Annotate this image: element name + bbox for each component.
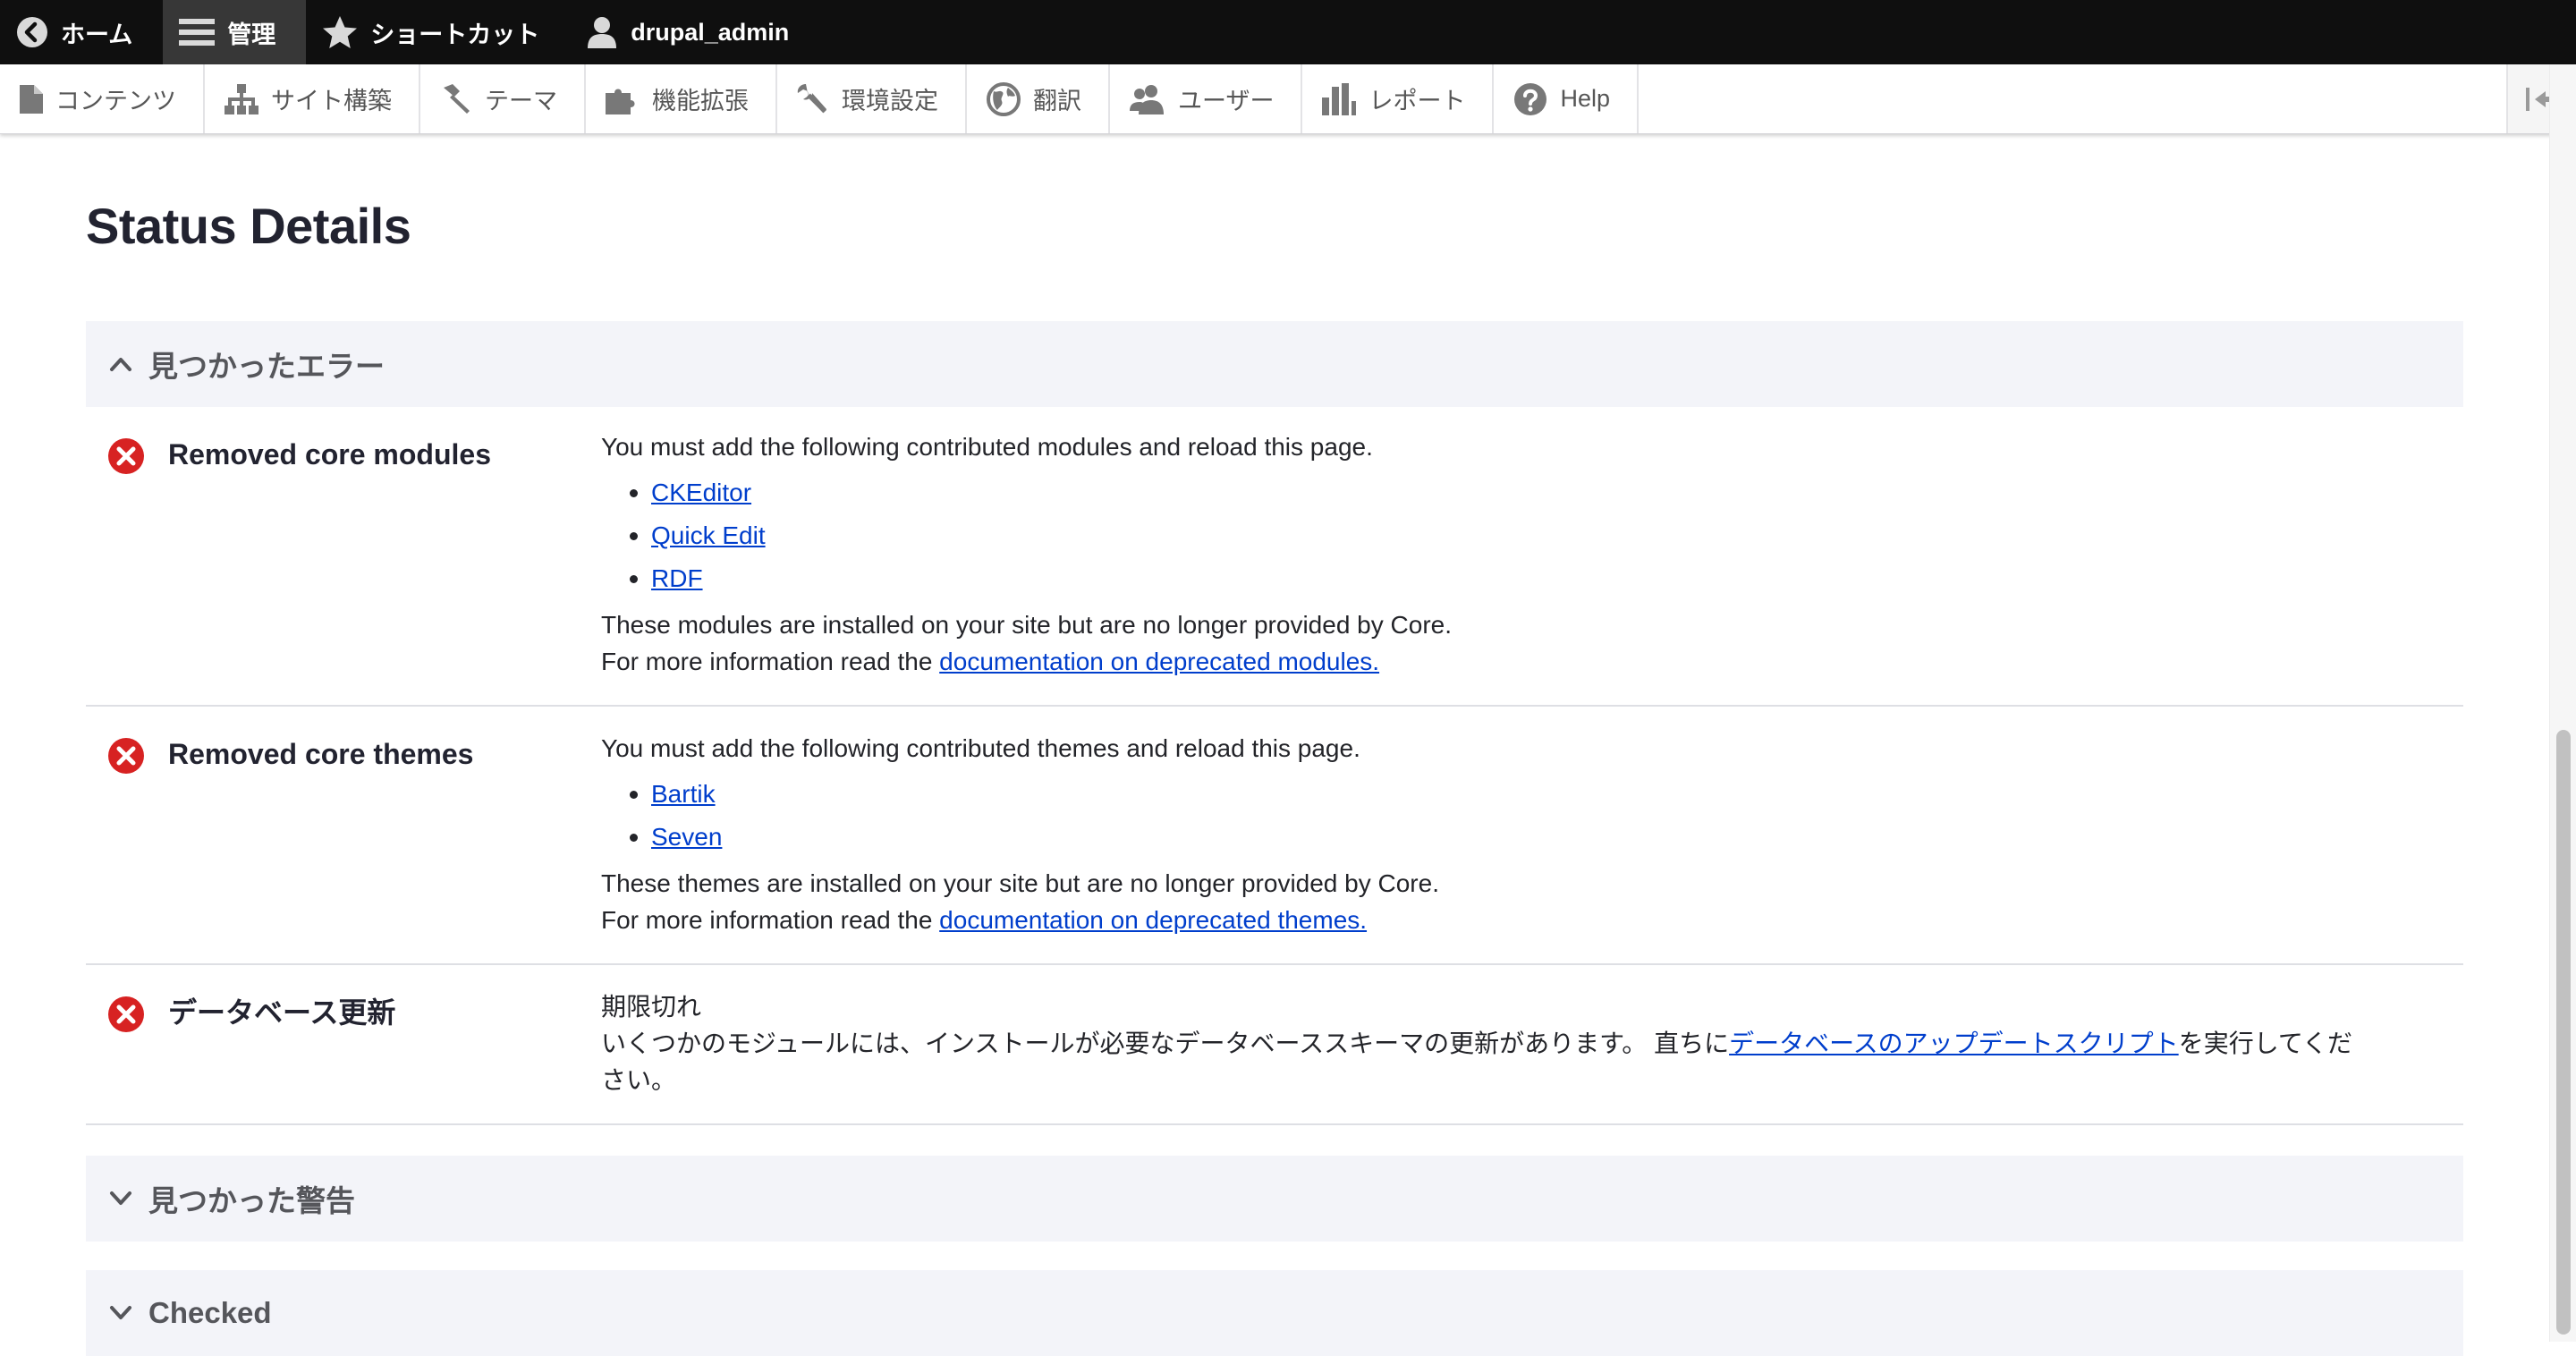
module-link-rdf[interactable]: RDF [651, 564, 703, 592]
tray-item-structure-label: サイト構築 [271, 88, 392, 114]
toolbar-home[interactable]: ホーム [0, 0, 163, 64]
admin-toolbar: ホーム 管理 ショートカット drupal_admin [0, 0, 2576, 64]
deprecated-modules-doc-link[interactable]: documentation on deprecated modules. [939, 648, 1379, 675]
tray-item-content-label: コンテンツ [55, 88, 176, 114]
status-intro: You must add the following contributed t… [601, 734, 1360, 762]
tray-item-appearance[interactable]: テーマ [420, 64, 586, 133]
status-desc: いくつかのモジュールには、インストールが必要なデータベーススキーマの更新がありま… [601, 1025, 2374, 1098]
theme-link-list: Bartik Seven [601, 773, 2374, 859]
toolbar-user-label: drupal_admin [631, 18, 790, 46]
section-checked-label: Checked [148, 1296, 272, 1329]
tray-item-extend-label: 機能拡張 [652, 88, 749, 114]
status-description: You must add the following contributed m… [601, 407, 2463, 705]
tray-spacer [1639, 64, 2506, 133]
database-update-script-link[interactable]: データベースのアップデートスクリプト [1729, 1030, 2179, 1057]
bar-chart-icon [1322, 82, 1357, 115]
tray-item-extend[interactable]: 機能拡張 [586, 64, 777, 133]
admin-tray: コンテンツ サイト構築 テーマ 機能拡張 環境設定 翻訳 ユーザー レポート H… [0, 64, 2576, 134]
theme-link-seven[interactable]: Seven [651, 823, 722, 851]
tray-item-config[interactable]: 環境設定 [777, 64, 967, 133]
theme-link-bartik[interactable]: Bartik [651, 780, 716, 808]
list-item: RDF [630, 557, 2374, 600]
deprecated-themes-doc-link[interactable]: documentation on deprecated themes. [939, 906, 1367, 934]
back-arrow-icon [17, 17, 47, 47]
more-info-prefix: For more information read the [601, 906, 940, 934]
status-more-info: For more information read the documentat… [601, 643, 2374, 680]
status-row-header: Removed core modules [86, 407, 601, 705]
section-errors-label: 見つかったエラー [148, 350, 385, 383]
file-icon [20, 84, 43, 114]
status-more-info: For more information read the documentat… [601, 902, 2374, 938]
chevron-down-icon [110, 1191, 131, 1205]
status-row: Removed core themes You must add the fol… [86, 707, 2463, 965]
status-title: Removed core modules [168, 438, 491, 470]
tray-item-config-label: 環境設定 [842, 88, 938, 114]
error-icon [108, 738, 144, 774]
status-note: These themes are installed on your site … [601, 869, 1439, 897]
chevron-up-icon [110, 358, 131, 371]
hamburger-menu-icon [179, 19, 216, 46]
status-intro: You must add the following contributed m… [601, 433, 1373, 461]
section-warnings-label: 見つかった警告 [148, 1184, 355, 1217]
status-value: 期限切れ [601, 993, 702, 1021]
chevron-down-icon [110, 1306, 131, 1319]
tray-item-content[interactable]: コンテンツ [0, 64, 205, 133]
section-warnings-toggle[interactable]: 見つかった警告 [86, 1156, 2463, 1242]
help-icon [1514, 82, 1547, 115]
status-note: These modules are installed on your site… [601, 611, 1452, 639]
status-title: Removed core themes [168, 738, 474, 770]
people-icon [1130, 84, 1164, 114]
paintbrush-icon [444, 83, 470, 114]
toolbar-user[interactable]: drupal_admin [570, 0, 819, 64]
more-info-prefix: For more information read the [601, 648, 940, 675]
status-description: 期限切れ いくつかのモジュールには、インストールが必要なデータベーススキーマの更… [601, 965, 2463, 1123]
tray-item-reports-label: レポート [1368, 88, 1466, 114]
wrench-icon [797, 83, 827, 113]
toolbar-manage[interactable]: 管理 [163, 0, 307, 64]
error-icon [108, 996, 144, 1032]
puzzle-icon [606, 89, 635, 114]
desc-prefix: いくつかのモジュールには、インストールが必要なデータベーススキーマの更新がありま… [601, 1030, 1730, 1057]
module-link-quick-edit[interactable]: Quick Edit [651, 521, 766, 549]
tray-item-appearance-label: テーマ [485, 88, 557, 114]
user-icon [588, 17, 617, 48]
status-row-header: Removed core themes [86, 707, 601, 963]
structure-icon [225, 83, 258, 114]
tray-item-translate[interactable]: 翻訳 [967, 64, 1110, 133]
status-row: Removed core modules You must add the fo… [86, 407, 2463, 707]
toolbar-home-label: ホーム [61, 21, 133, 48]
tray-item-people[interactable]: ユーザー [1110, 64, 1303, 133]
error-icon [108, 438, 144, 474]
module-link-ckeditor[interactable]: CKEditor [651, 479, 751, 506]
section-checked-toggle[interactable]: Checked [86, 1270, 2463, 1356]
scrollbar-thumb[interactable] [2556, 730, 2571, 1335]
toolbar-manage-label: 管理 [227, 21, 276, 48]
tray-item-structure[interactable]: サイト構築 [205, 64, 420, 133]
module-link-list: CKEditor Quick Edit RDF [601, 471, 2374, 600]
tray-item-translate-label: 翻訳 [1033, 88, 1081, 114]
globe-icon [987, 81, 1021, 116]
tray-item-reports[interactable]: レポート [1302, 64, 1495, 133]
toolbar-shortcuts[interactable]: ショートカット [306, 0, 570, 64]
status-row-header: データベース更新 [86, 965, 601, 1123]
status-description: You must add the following contributed t… [601, 707, 2463, 963]
list-item: Bartik [630, 773, 2374, 816]
star-icon [323, 16, 358, 48]
toolbar-shortcuts-label: ショートカット [370, 21, 540, 48]
list-item: Quick Edit [630, 514, 2374, 557]
tray-item-help[interactable]: Help [1494, 64, 1639, 133]
page-scrollbar[interactable] [2549, 64, 2576, 1342]
page-title: Status Details [86, 198, 411, 254]
main-content: Status Details 見つかったエラー Removed core mod… [86, 134, 2463, 1356]
tray-item-help-label: Help [1560, 85, 1610, 112]
list-item: Seven [630, 816, 2374, 859]
list-item: CKEditor [630, 471, 2374, 514]
status-title: データベース更新 [168, 996, 396, 1029]
tray-item-people-label: ユーザー [1178, 88, 1275, 114]
status-row: データベース更新 期限切れ いくつかのモジュールには、インストールが必要なデータ… [86, 965, 2463, 1125]
section-errors-toggle[interactable]: 見つかったエラー [86, 321, 2463, 407]
